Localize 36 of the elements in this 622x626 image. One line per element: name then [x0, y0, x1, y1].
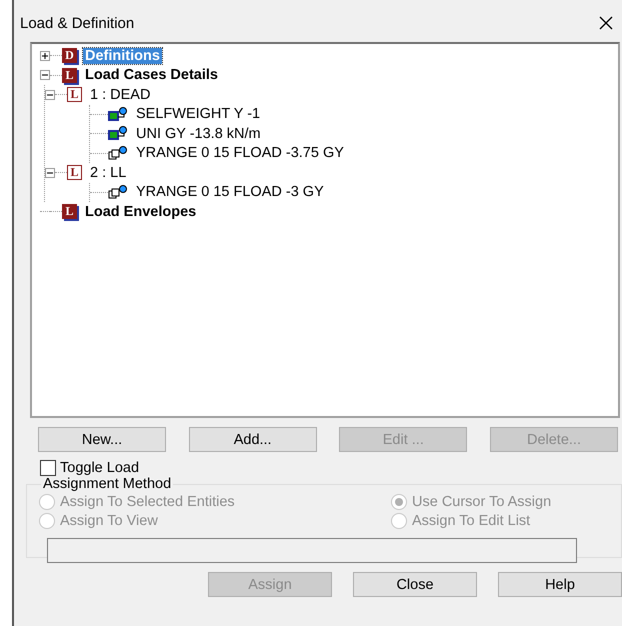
radio-label: Assign To View — [60, 513, 158, 529]
load-badge-icon: D — [62, 48, 77, 64]
load-icon — [108, 146, 128, 161]
group-title: Assignment Method — [42, 476, 172, 492]
tree-item[interactable]: Load Cases Details — [83, 67, 220, 84]
window-title: Load & Definition — [20, 14, 134, 32]
load-badge-icon: L — [62, 68, 77, 83]
tree-item[interactable]: UNI GY -13.8 kN/m — [134, 126, 263, 142]
collapse-icon[interactable] — [40, 70, 50, 80]
tree-item[interactable]: YRANGE 0 15 FLOAD -3.75 GY — [134, 145, 346, 162]
tree-item[interactable]: YRANGE 0 15 FLOAD -3 GY — [134, 184, 326, 200]
load-icon — [108, 126, 128, 142]
expand-icon[interactable] — [40, 50, 50, 61]
radio-label: Assign To Selected Entities — [60, 494, 235, 510]
tree-button[interactable]: New... — [38, 427, 166, 452]
dialog-button[interactable]: Close — [353, 572, 477, 597]
load-badge-icon: L — [67, 87, 82, 102]
close-icon[interactable] — [598, 15, 614, 31]
collapse-icon[interactable] — [45, 90, 55, 100]
tree-item[interactable]: Load Envelopes — [83, 204, 198, 220]
input-field[interactable] — [47, 538, 577, 563]
collapse-icon[interactable] — [45, 168, 55, 178]
checkbox[interactable] — [40, 460, 56, 476]
checkbox-label: Toggle Load — [60, 460, 140, 476]
tree-item[interactable]: Definitions — [83, 48, 162, 64]
radio-label: Assign To Edit List — [412, 513, 530, 529]
load-badge-icon: L — [62, 204, 77, 220]
dialog-button[interactable]: Help — [498, 572, 622, 597]
tree-item[interactable]: SELFWEIGHT Y -1 — [134, 106, 262, 122]
load-icon — [108, 106, 128, 122]
tree-button[interactable]: Add... — [188, 427, 317, 452]
tree-item[interactable]: 2 : LL — [88, 164, 128, 181]
load-badge-icon: L — [67, 165, 82, 180]
tree-item[interactable]: 1 : DEAD — [88, 86, 152, 103]
load-icon — [108, 184, 128, 200]
radio-label: Use Cursor To Assign — [412, 494, 552, 510]
